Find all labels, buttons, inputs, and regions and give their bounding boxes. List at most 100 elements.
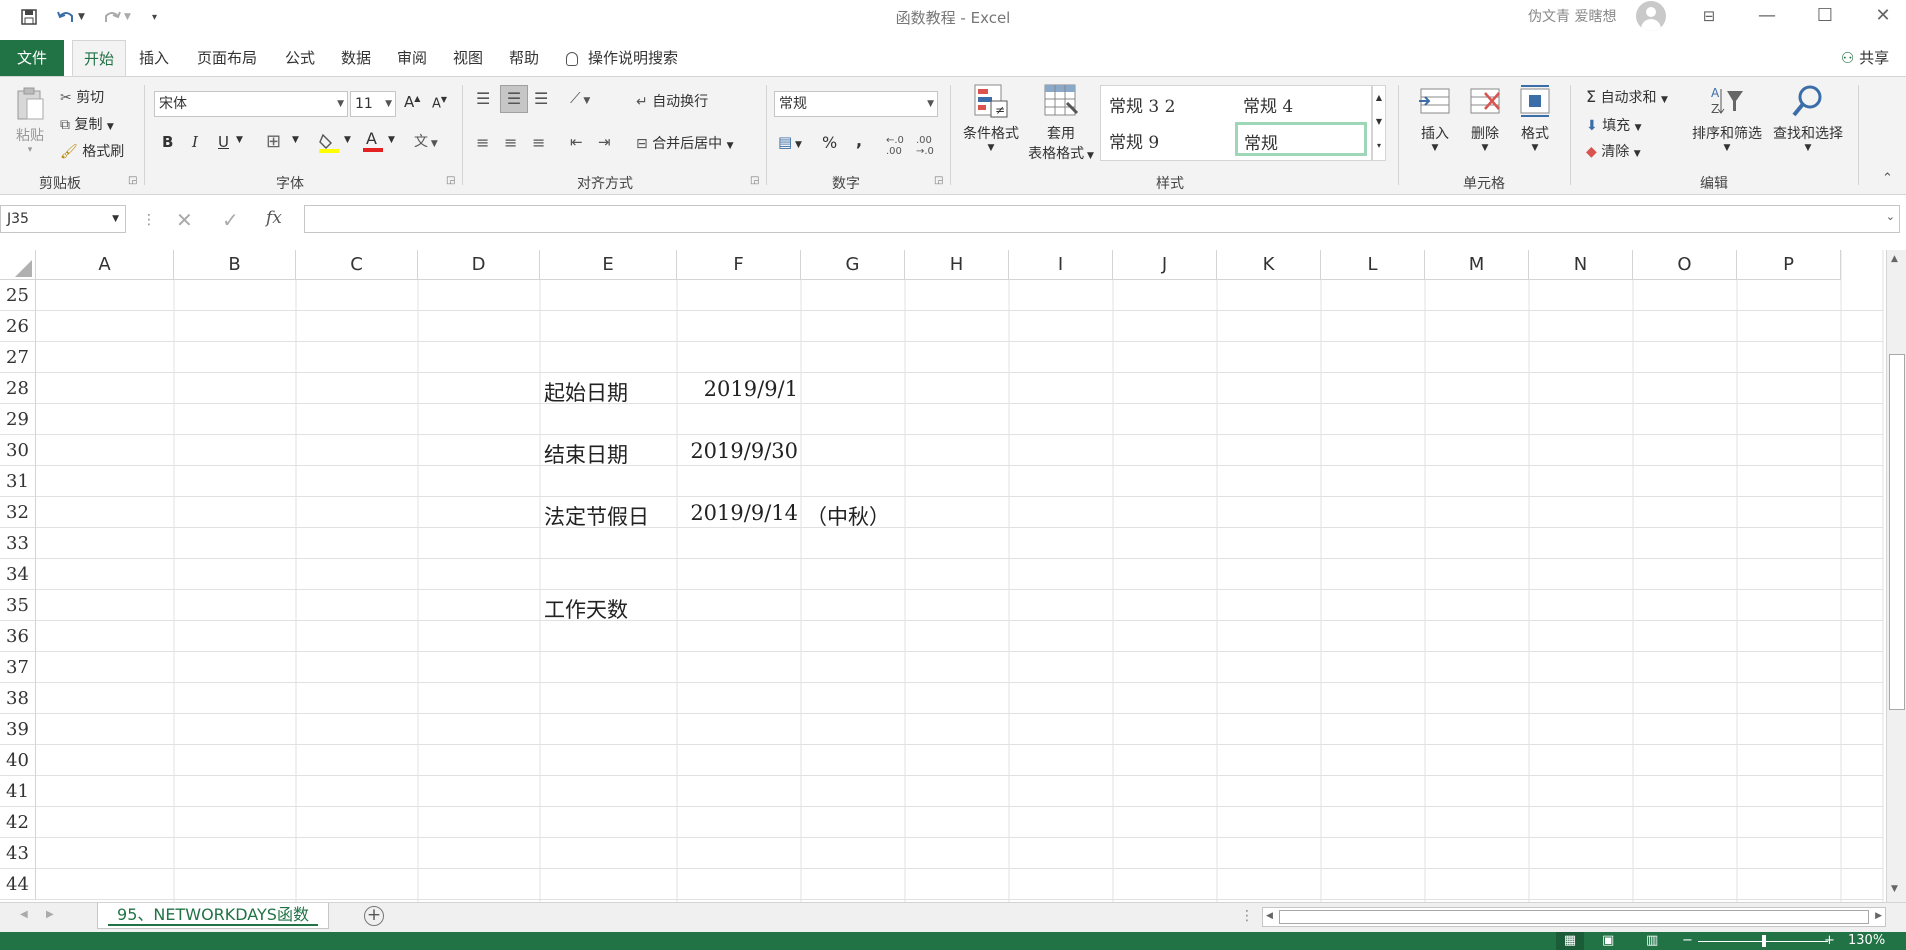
tab-insert[interactable]: 插入 bbox=[132, 40, 176, 76]
row-header-41[interactable]: 41 bbox=[0, 776, 36, 807]
font-color-icon[interactable]: A bbox=[362, 129, 384, 157]
row-header-26[interactable]: 26 bbox=[0, 311, 36, 342]
row-header-32[interactable]: 32 bbox=[0, 497, 36, 528]
minimize-button[interactable]: — bbox=[1752, 4, 1782, 28]
align-center-icon[interactable]: ≡ bbox=[504, 133, 517, 152]
row-header-42[interactable]: 42 bbox=[0, 807, 36, 838]
normal-view-icon[interactable]: ▦ bbox=[1556, 932, 1584, 950]
formula-bar-options-icon[interactable]: ⋮ bbox=[142, 212, 156, 228]
maximize-button[interactable]: ☐ bbox=[1810, 4, 1840, 28]
cell-G32[interactable]: （中秋） bbox=[806, 501, 890, 531]
row-header-44[interactable]: 44 bbox=[0, 869, 36, 900]
column-header-C[interactable]: C bbox=[296, 250, 418, 280]
style-normal-3-2[interactable]: 常规 3 2 bbox=[1109, 92, 1175, 117]
autosum-dropdown-icon[interactable]: ▼ bbox=[1661, 95, 1668, 105]
format-as-table-button[interactable]: 套用 表格格式 ▼ bbox=[1026, 83, 1096, 163]
format-dropdown-icon[interactable]: ▼ bbox=[1512, 143, 1558, 153]
row-header-29[interactable]: 29 bbox=[0, 404, 36, 435]
clipboard-dialog-launcher-icon[interactable]: ◲ bbox=[128, 175, 137, 186]
increase-decimal-icon[interactable]: ←.0.00 bbox=[886, 135, 904, 157]
enter-icon[interactable]: ✓ bbox=[222, 208, 239, 232]
merge-dropdown-icon[interactable]: ▼ bbox=[727, 141, 734, 151]
scroll-up-icon[interactable]: ▲ bbox=[1891, 254, 1898, 264]
conditional-format-dropdown-icon[interactable]: ▼ bbox=[958, 143, 1024, 153]
border-dropdown-icon[interactable]: ▼ bbox=[292, 135, 299, 145]
row-header-38[interactable]: 38 bbox=[0, 683, 36, 714]
cell-F28[interactable]: 2019/9/1 bbox=[680, 377, 798, 401]
tab-page-layout[interactable]: 页面布局 bbox=[190, 40, 264, 76]
font-size-select[interactable]: 11 ▼ bbox=[350, 91, 396, 117]
column-header-G[interactable]: G bbox=[801, 250, 905, 280]
insert-function-icon[interactable]: fx bbox=[266, 208, 282, 228]
column-header-F[interactable]: F bbox=[677, 250, 801, 280]
wrap-text-button[interactable]: ↵ 自动换行 bbox=[636, 91, 708, 111]
select-all-corner[interactable] bbox=[0, 250, 36, 280]
cell-E32[interactable]: 法定节假日 bbox=[544, 501, 649, 531]
scroll-down-icon[interactable]: ▼ bbox=[1891, 884, 1898, 894]
format-cells-button[interactable]: 格式 ▼ bbox=[1512, 83, 1558, 153]
vertical-scrollbar[interactable]: ▲ ▼ bbox=[1886, 250, 1906, 902]
row-header-33[interactable]: 33 bbox=[0, 528, 36, 559]
column-header-O[interactable]: O bbox=[1633, 250, 1737, 280]
avatar[interactable] bbox=[1636, 1, 1666, 31]
insert-dropdown-icon[interactable]: ▼ bbox=[1412, 143, 1458, 153]
font-color-dropdown-icon[interactable]: ▼ bbox=[388, 135, 395, 145]
worksheet-grid[interactable]: ABCDEFGHIJKLMNOP 25 26 27 28 29 30 31 32 33 34 35 3… bbox=[0, 250, 1906, 902]
collapse-ribbon-icon[interactable]: ⌃ bbox=[1882, 171, 1893, 186]
vertical-scroll-thumb[interactable] bbox=[1889, 354, 1905, 710]
tab-view[interactable]: 视图 bbox=[446, 40, 490, 76]
conditional-format-button[interactable]: ≠ 条件格式 ▼ bbox=[958, 83, 1024, 153]
paste-dropdown-icon[interactable]: ▾ bbox=[12, 145, 48, 155]
font-name-select[interactable]: 宋体 ▼ bbox=[154, 91, 348, 117]
row-header-43[interactable]: 43 bbox=[0, 838, 36, 869]
number-dialog-launcher-icon[interactable]: ◲ bbox=[934, 175, 943, 186]
zoom-slider-thumb[interactable] bbox=[1762, 935, 1766, 947]
row-header-31[interactable]: 31 bbox=[0, 466, 36, 497]
column-header-E[interactable]: E bbox=[540, 250, 677, 280]
fill-color-icon[interactable] bbox=[318, 131, 340, 157]
column-header-J[interactable]: J bbox=[1113, 250, 1217, 280]
tab-home[interactable]: 开始 bbox=[72, 40, 126, 76]
fill-dropdown-icon[interactable]: ▼ bbox=[1635, 123, 1642, 133]
alignment-dialog-launcher-icon[interactable]: ◲ bbox=[750, 175, 759, 186]
cancel-icon[interactable]: ✕ bbox=[176, 208, 193, 232]
align-middle-icon[interactable]: ☰ bbox=[500, 85, 528, 113]
sheet-tab-active[interactable]: 95、NETWORKDAYS函数 bbox=[97, 903, 329, 929]
find-select-button[interactable]: 查找和选择 ▼ bbox=[1768, 83, 1848, 153]
sort-filter-button[interactable]: AZ 排序和筛选 ▼ bbox=[1690, 83, 1764, 153]
column-header-P[interactable]: P bbox=[1737, 250, 1841, 280]
scroll-left-icon[interactable]: ◀ bbox=[1266, 911, 1273, 921]
underline-button[interactable]: U bbox=[218, 133, 229, 151]
tell-me-search[interactable]: 操作说明搜索 bbox=[566, 40, 706, 76]
border-icon[interactable]: ⊞ bbox=[266, 131, 281, 152]
align-right-icon[interactable]: ≡ bbox=[532, 133, 545, 152]
column-header-H[interactable]: H bbox=[905, 250, 1009, 280]
page-layout-view-icon[interactable]: ▣ bbox=[1602, 932, 1614, 950]
style-normal-9[interactable]: 常规 9 bbox=[1109, 128, 1159, 153]
column-header-N[interactable]: N bbox=[1529, 250, 1633, 280]
scroll-right-icon[interactable]: ▶ bbox=[1875, 911, 1882, 921]
column-header-I[interactable]: I bbox=[1009, 250, 1113, 280]
align-left-icon[interactable]: ≡ bbox=[476, 133, 489, 152]
format-painter-button[interactable]: 🖌 格式刷 bbox=[60, 141, 124, 161]
cell-E30[interactable]: 结束日期 bbox=[544, 439, 628, 469]
horizontal-scroll-thumb[interactable] bbox=[1279, 910, 1869, 924]
cell-F30[interactable]: 2019/9/30 bbox=[680, 439, 798, 463]
decrease-decimal-icon[interactable]: .00 →.0 bbox=[916, 135, 934, 157]
comma-style-icon[interactable]: , bbox=[856, 131, 862, 150]
percent-style-icon[interactable]: % bbox=[822, 133, 837, 152]
cell-E28[interactable]: 起始日期 bbox=[544, 377, 628, 407]
row-header-36[interactable]: 36 bbox=[0, 621, 36, 652]
column-header-D[interactable]: D bbox=[418, 250, 540, 280]
orientation-icon[interactable]: ⟋ ▼ bbox=[570, 89, 590, 107]
page-break-view-icon[interactable]: ▥ bbox=[1646, 932, 1658, 950]
styles-scroll[interactable]: ▲ ▼ ▾ bbox=[1372, 85, 1386, 161]
paste-button[interactable]: 粘贴 ▾ bbox=[12, 87, 48, 155]
close-button[interactable]: ✕ bbox=[1868, 4, 1898, 28]
tab-data[interactable]: 数据 bbox=[334, 40, 378, 76]
zoom-level[interactable]: 130% bbox=[1848, 932, 1885, 950]
decrease-font-icon[interactable]: A▼ bbox=[432, 95, 447, 111]
align-top-icon[interactable]: ☰ bbox=[476, 89, 490, 108]
column-header-M[interactable]: M bbox=[1425, 250, 1529, 280]
increase-font-icon[interactable]: A▲ bbox=[404, 93, 420, 111]
